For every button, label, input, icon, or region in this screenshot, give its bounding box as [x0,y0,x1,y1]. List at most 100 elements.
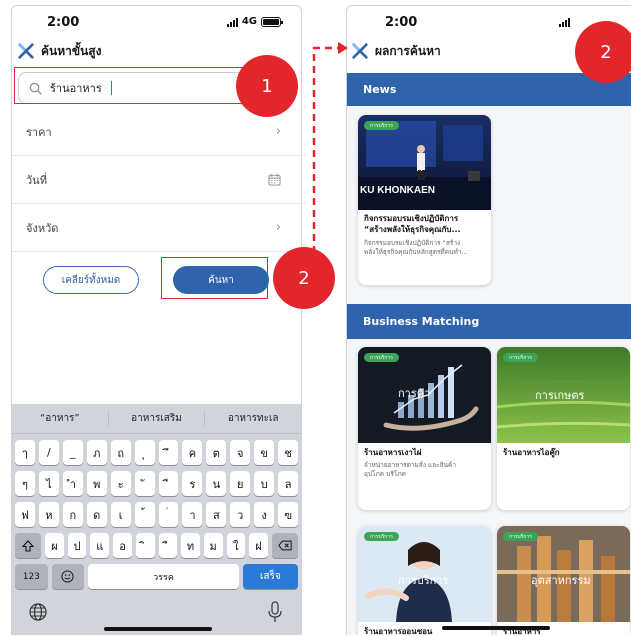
filter-date[interactable]: วันที่ [12,156,301,204]
keyboard-key[interactable]: ี [158,471,179,496]
clear-all-button[interactable]: เคลียร์ทั้งหมด [43,266,139,294]
microphone-icon[interactable] [267,601,283,623]
flow-arrow [312,42,348,265]
news-desc-line-1: กิจกรรมอบรมเชิงปฏิบัติการ “สร้าง [364,239,461,247]
news-title-line-1: กิจกรรมอบรมเชิงปฏิบัติการ [364,214,459,223]
suggestion-item[interactable]: อาหารเสริม [109,411,206,426]
filter-date-label: วันที่ [26,173,47,187]
business-image-text: การบริการ [398,574,448,587]
keyboard-key[interactable]: ฝ [249,533,268,558]
business-desc-line-1: จำหน่ายอาหารตามสั่ง และสินค้า [364,461,457,469]
battery-icon [261,16,283,27]
home-indicator [104,627,212,631]
keyboard-key[interactable]: ห [38,502,59,527]
keyboard-key[interactable]: ิ [135,533,155,558]
news-card[interactable]: KU KHONKAEN การบริการ กิจกรรมอบรมเชิงปฏิ… [358,115,491,285]
keyboard-key[interactable]: ผ [45,533,64,558]
keyboard-key[interactable]: น [206,471,227,496]
category-tag: การบริการ [364,353,399,362]
keyboard-key[interactable]: เ [110,502,131,527]
keyboard-key[interactable]: ม [203,533,223,558]
business-card[interactable]: การค้า การบริการ ร้านอาหารเงาไผ่ จำหน่าย… [358,347,491,510]
done-key[interactable]: เสร็จ [242,564,299,589]
keyboard-key[interactable]: อ [113,533,132,558]
keyboard-key[interactable]: ึ [158,440,179,465]
shift-key[interactable] [15,533,42,558]
emoji-key[interactable] [51,564,85,589]
numbers-key[interactable]: 123 [15,564,48,589]
keyboard-key[interactable]: ล [278,471,299,496]
search-results-screen: 2:00 ผลการค้นหา News KU KHONKAEN การบริก… [346,5,631,635]
keyboard-key[interactable]: ค [182,440,203,465]
news-desc-line-2: พลังให้ธุรกิจคุณกับหลักสูตรที่คนทำ... [364,248,468,256]
keyboard-key[interactable]: ว [230,502,251,527]
keyboard-key[interactable]: ป [67,533,87,558]
chevron-right-icon: › [275,124,281,139]
calendar-icon [268,173,281,186]
app-logo-icon[interactable] [17,42,35,60]
keyboard-key[interactable]: ง [254,502,275,527]
business-card[interactable]: การบริการ การบริการ ร้านอาหารออนซอน [358,526,491,635]
app-logo-icon[interactable] [351,42,369,60]
keyboard-key[interactable]: ต [206,440,227,465]
keyboard-key[interactable]: ๅ [15,440,35,465]
keyboard-key[interactable]: า [182,502,203,527]
news-card-title: กิจกรรมอบรมเชิงปฏิบัติการ “สร้างพลังให้ธ… [364,213,461,235]
network-label: 4G [241,16,257,27]
space-key[interactable]: วรรค [88,564,239,589]
keyboard-key[interactable]: ฃ [278,502,299,527]
globe-icon[interactable] [28,602,48,622]
keyboard-key[interactable]: บ [254,471,275,496]
keyboard-key[interactable]: จ [230,440,251,465]
business-card[interactable]: การเกษตร การบริการ ร้านอาหารไอคู๊ก [497,347,630,510]
keyboard-key[interactable]: ่ [158,502,179,527]
keyboard-key[interactable]: ๆ [15,471,35,496]
keyboard-key[interactable]: ใ [226,533,246,558]
keyboard-key[interactable]: ื [158,533,178,558]
keyboard-key[interactable]: พ [86,471,107,496]
keyboard-key[interactable]: ส [206,502,227,527]
keyboard-key[interactable]: ช [278,440,299,465]
home-indicator [442,626,550,630]
keyboard-key[interactable]: ก [62,502,83,527]
keyboard-key[interactable]: ั [134,471,155,496]
category-tag: การบริการ [364,121,399,130]
business-image-text: อุตสาหกรรม [531,574,591,587]
keyboard-key[interactable]: ร [182,471,203,496]
stage: 2:00 4G ค้นหาขั้นสูง ร้านอาหาร ราคา › วั… [0,0,631,636]
keyboard-key[interactable]: ย [230,471,251,496]
keyboard-key[interactable]: _ [62,440,83,465]
keyboard-row-5: 123 วรรค เสร็จ [12,564,301,589]
keyboard-key[interactable]: ุ [134,440,155,465]
keyboard-key[interactable]: ไ [38,471,59,496]
status-bar: 2:00 4G [12,6,301,36]
step-marker-2: 2 [273,247,335,309]
page-title: ค้นหาขั้นสูง [41,43,102,58]
page-title: ผลการค้นหา [375,43,441,58]
keyboard-key[interactable]: ข [254,440,275,465]
keyboard-key[interactable]: แ [90,533,110,558]
keyboard-key[interactable]: ด [86,502,107,527]
keyboard-key[interactable]: ท [181,533,200,558]
suggestion-item[interactable]: “อาหาร” [12,411,109,426]
suggestion-item[interactable]: อาหารทะเล [205,411,301,426]
business-card[interactable]: อุตสาหกรรม การบริการ ร้านอาหาร [497,526,630,635]
category-tag: การบริการ [364,532,399,541]
filter-province[interactable]: จังหวัด › [12,204,301,252]
category-tag: การบริการ [503,353,538,362]
keyboard-key[interactable]: ภ [86,440,107,465]
business-card-title: ร้านอาหารออนซอน [364,627,433,635]
status-time: 2:00 [385,15,418,30]
keyboard-key[interactable]: ้ [134,502,155,527]
signal-icon [559,17,570,27]
keyboard-key[interactable]: ถ [110,440,131,465]
backspace-key[interactable] [271,533,298,558]
keyboard-key[interactable]: ำ [62,471,83,496]
keyboard-row-3: ฟหกดเ้่าสวงฃ [12,502,301,527]
keyboard-key[interactable]: ฟ [15,502,35,527]
keyboard-key[interactable]: ะ [110,471,131,496]
step-marker-1: 1 [236,55,298,117]
keyboard-key[interactable]: / [38,440,59,465]
backspace-icon [278,540,292,551]
keyboard-row-1: ๅ/_ภถุึคตจขช [12,440,301,465]
